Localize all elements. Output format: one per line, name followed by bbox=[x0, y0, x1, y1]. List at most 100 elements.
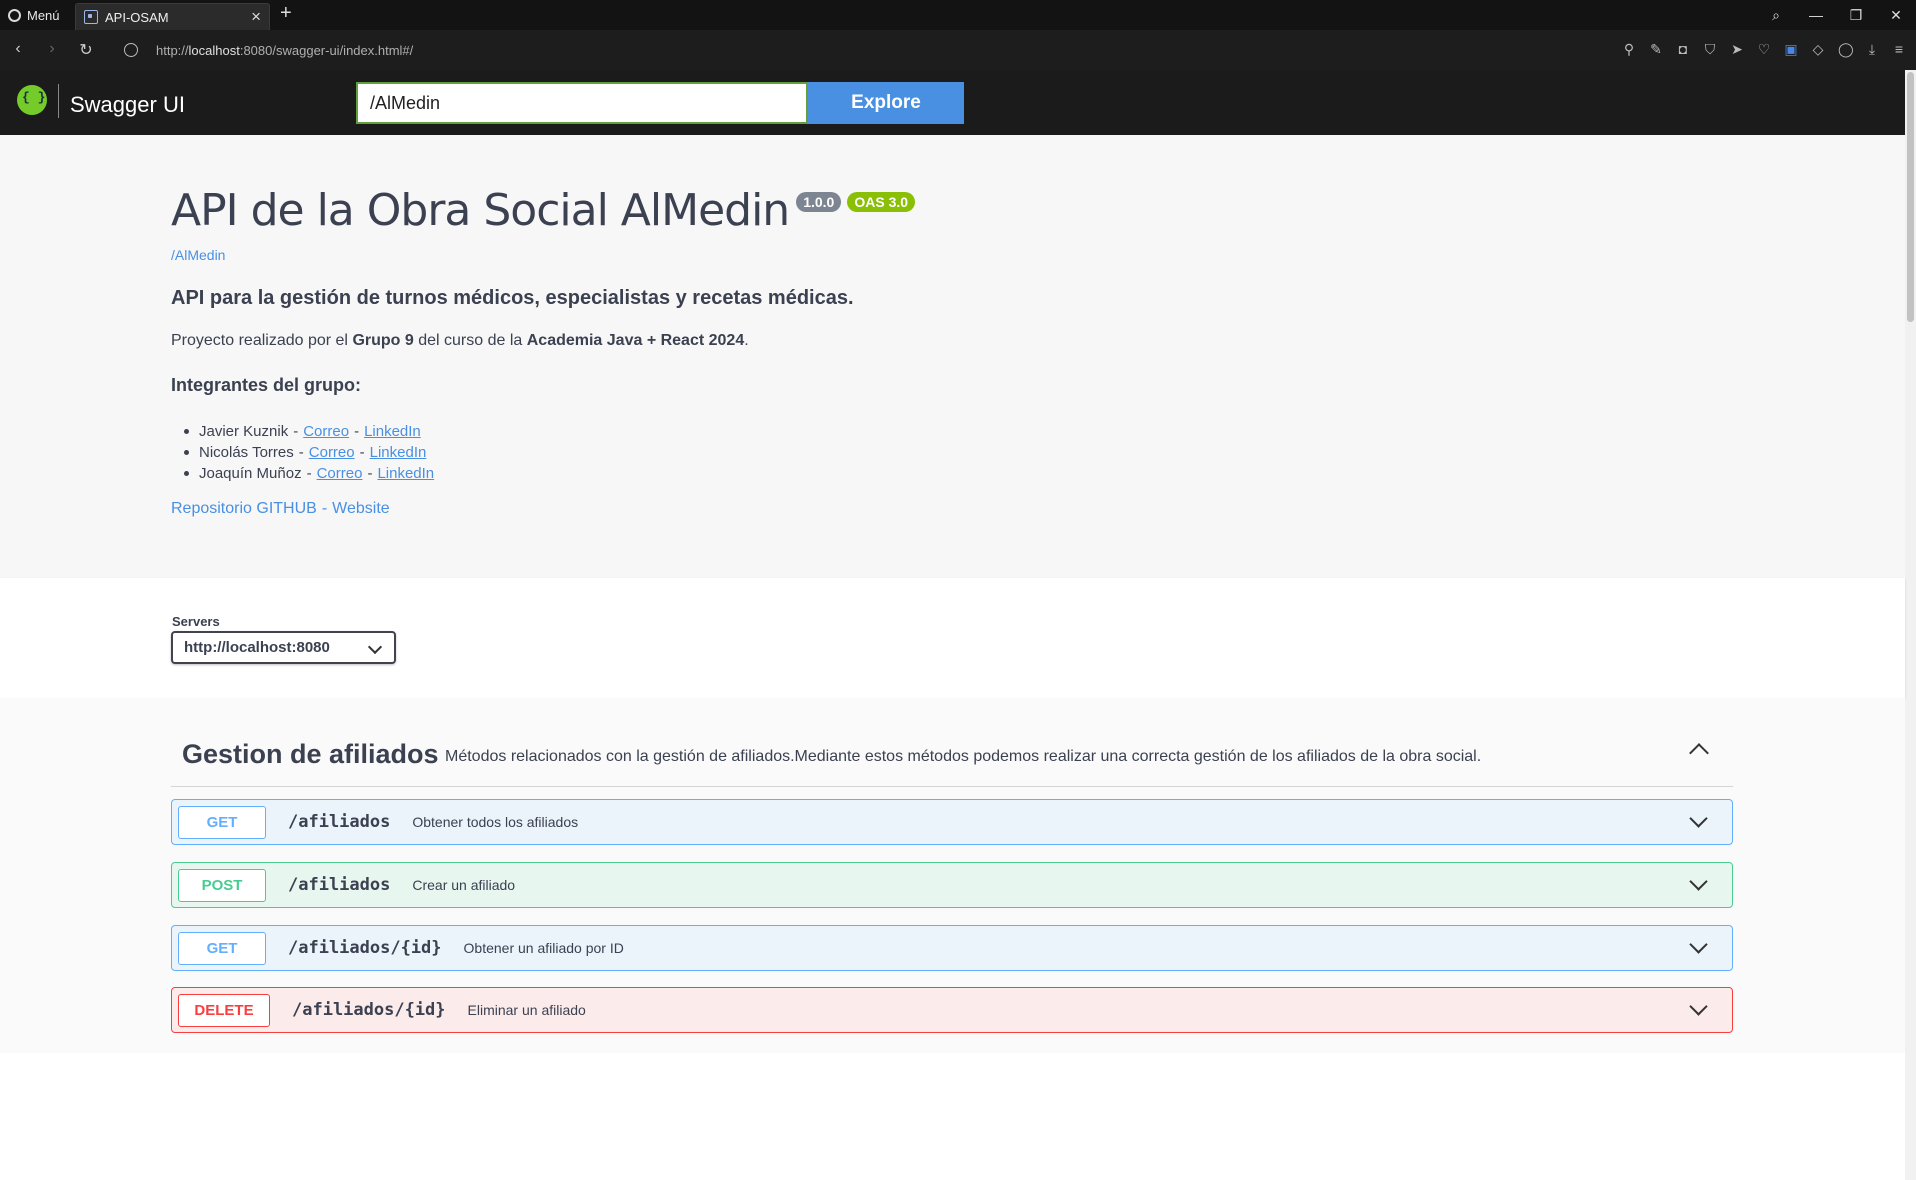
title-row: API de la Obra Social AlMedin 1.0.0 OAS … bbox=[171, 185, 916, 236]
opera-menu-icon bbox=[8, 8, 21, 22]
bullet bbox=[184, 450, 189, 455]
search-icon[interactable]: ⌕ bbox=[1756, 7, 1796, 24]
operations-section: Gestion de afiliados Métodos relacionado… bbox=[0, 698, 1905, 1053]
chevron-down-icon[interactable] bbox=[1689, 872, 1708, 891]
page-title: API de la Obra Social AlMedin bbox=[171, 185, 790, 236]
reload-icon[interactable]: ↻ bbox=[78, 40, 94, 60]
url-field[interactable]: http://localhost:8080/swagger-ui/index.h… bbox=[156, 43, 413, 58]
edit-icon[interactable]: ✎ bbox=[1649, 41, 1663, 58]
plus-icon[interactable]: + bbox=[280, 2, 292, 25]
chevron-down-icon bbox=[367, 639, 383, 655]
separator: - bbox=[306, 465, 312, 482]
project-end: . bbox=[744, 332, 749, 349]
nav-buttons: ‹ › ↻ bbox=[10, 40, 94, 60]
member-linkedin-link[interactable]: LinkedIn bbox=[370, 442, 427, 463]
chevron-down-icon[interactable] bbox=[1689, 935, 1708, 954]
close-window-icon[interactable]: ✕ bbox=[1876, 7, 1916, 24]
download-icon[interactable]: ⤓ bbox=[1865, 41, 1879, 58]
operation-get-afiliado-by-id[interactable]: GET /afiliados/{id} Obtener un afiliado … bbox=[171, 925, 1733, 971]
operation-post-afiliados[interactable]: POST /afiliados Crear un afiliado bbox=[171, 862, 1733, 908]
operation-get-afiliados[interactable]: GET /afiliados Obtener todos los afiliad… bbox=[171, 799, 1733, 845]
forward-icon[interactable]: › bbox=[44, 40, 60, 60]
method-badge: GET bbox=[178, 931, 266, 965]
swagger-title[interactable]: Swagger UI bbox=[70, 92, 185, 118]
restore-icon[interactable]: ❐ bbox=[1836, 7, 1876, 24]
shield-icon[interactable]: ⛉ bbox=[1703, 41, 1717, 58]
separator: - bbox=[298, 444, 304, 461]
operation-path: /afiliados bbox=[288, 875, 391, 895]
scrollbar-thumb[interactable] bbox=[1907, 72, 1914, 322]
tab-favicon bbox=[84, 10, 98, 24]
separator: - bbox=[354, 423, 360, 440]
operation-summary: Obtener todos los afiliados bbox=[412, 814, 579, 830]
member-email-link[interactable]: Correo bbox=[303, 421, 349, 442]
close-icon[interactable]: × bbox=[251, 7, 261, 27]
cube-icon[interactable]: ◇ bbox=[1811, 41, 1825, 58]
team-heading: Integrantes del grupo: bbox=[171, 375, 362, 395]
list-item: Nicolás Torres - Correo - LinkedIn bbox=[184, 442, 434, 463]
zoom-icon[interactable]: ⚲ bbox=[1622, 41, 1636, 58]
browser-menu-button[interactable]: Menú bbox=[8, 6, 60, 24]
project-course: Academia Java + React 2024 bbox=[526, 332, 745, 349]
back-icon[interactable]: ‹ bbox=[10, 40, 26, 60]
operation-delete-afiliado[interactable]: DELETE /afiliados/{id} Eliminar un afili… bbox=[171, 987, 1733, 1033]
camera-icon[interactable]: ◘ bbox=[1676, 41, 1690, 58]
tag-header[interactable]: Gestion de afiliados Métodos relacionado… bbox=[171, 736, 1733, 787]
website-link[interactable]: Website bbox=[332, 500, 390, 517]
chevron-down-icon[interactable] bbox=[1689, 997, 1708, 1016]
explore-url-input[interactable] bbox=[356, 82, 808, 124]
chevron-up-icon[interactable] bbox=[1689, 743, 1709, 763]
servers-select[interactable]: http://localhost:8080 bbox=[171, 631, 396, 664]
send-icon[interactable]: ➤ bbox=[1730, 41, 1744, 58]
url-prefix: http:// bbox=[156, 43, 189, 58]
minimize-icon[interactable]: — bbox=[1796, 7, 1836, 23]
operation-path: /afiliados/{id} bbox=[292, 1000, 446, 1020]
project-group: Grupo 9 bbox=[352, 332, 414, 349]
repo-link[interactable]: Repositorio GITHUB bbox=[171, 500, 317, 517]
url-rest: :8080/swagger-ui/index.html#/ bbox=[239, 43, 414, 58]
chevron-down-icon[interactable] bbox=[1689, 809, 1708, 828]
heart-icon[interactable]: ♡ bbox=[1757, 41, 1771, 58]
member-linkedin-link[interactable]: LinkedIn bbox=[364, 421, 421, 442]
servers-label: Servers bbox=[172, 614, 220, 629]
operation-summary: Crear un afiliado bbox=[412, 877, 516, 893]
separator: - bbox=[359, 444, 365, 461]
tag-description: Métodos relacionados con la gestión de a… bbox=[445, 748, 1482, 765]
account-icon[interactable]: ◯ bbox=[1838, 41, 1854, 58]
separator: - bbox=[367, 465, 373, 482]
member-email-link[interactable]: Correo bbox=[309, 442, 355, 463]
swagger-logo-icon[interactable] bbox=[17, 85, 47, 115]
description-heading: API para la gestión de turnos médicos, e… bbox=[171, 287, 854, 309]
member-name: Javier Kuznik bbox=[199, 423, 289, 440]
bullet bbox=[184, 429, 189, 434]
operation-summary: Obtener un afiliado por ID bbox=[463, 940, 624, 956]
project-pre: Proyecto realizado por el bbox=[171, 332, 353, 349]
version-badge: 1.0.0 bbox=[796, 192, 842, 212]
list-item: Javier Kuznik - Correo - LinkedIn bbox=[184, 421, 434, 442]
method-badge: POST bbox=[178, 868, 266, 902]
browser-tab-active[interactable]: API-OSAM × bbox=[75, 3, 270, 30]
browser-menu-label: Menú bbox=[27, 7, 60, 23]
logo-divider bbox=[58, 84, 59, 118]
method-badge: DELETE bbox=[178, 993, 270, 1027]
member-email-link[interactable]: Correo bbox=[317, 463, 363, 484]
operation-summary: Eliminar un afiliado bbox=[467, 1002, 586, 1018]
base-url-link[interactable]: /AlMedin bbox=[171, 247, 225, 263]
menu-icon[interactable]: ≡ bbox=[1892, 41, 1906, 58]
explore-button[interactable]: Explore bbox=[808, 82, 964, 124]
tab-title: API-OSAM bbox=[105, 9, 169, 25]
separator: - bbox=[321, 500, 328, 517]
url-host: localhost bbox=[188, 43, 240, 58]
list-item: Joaquín Muñoz - Correo - LinkedIn bbox=[184, 463, 434, 484]
translate-icon[interactable]: ▣ bbox=[1784, 41, 1798, 58]
method-badge: GET bbox=[178, 805, 266, 839]
operation-path: /afiliados bbox=[288, 812, 391, 832]
tag-name: Gestion de afiliados bbox=[182, 739, 439, 769]
member-linkedin-link[interactable]: LinkedIn bbox=[377, 463, 434, 484]
window-controls: ⌕ — ❐ ✕ bbox=[1756, 0, 1916, 30]
api-info: API de la Obra Social AlMedin 1.0.0 OAS … bbox=[0, 135, 1905, 578]
servers-selected-value: http://localhost:8080 bbox=[184, 639, 330, 656]
oas-badge: OAS 3.0 bbox=[847, 192, 916, 212]
project-line: Proyecto realizado por el Grupo 9 del cu… bbox=[171, 332, 749, 350]
globe-icon bbox=[124, 43, 138, 57]
